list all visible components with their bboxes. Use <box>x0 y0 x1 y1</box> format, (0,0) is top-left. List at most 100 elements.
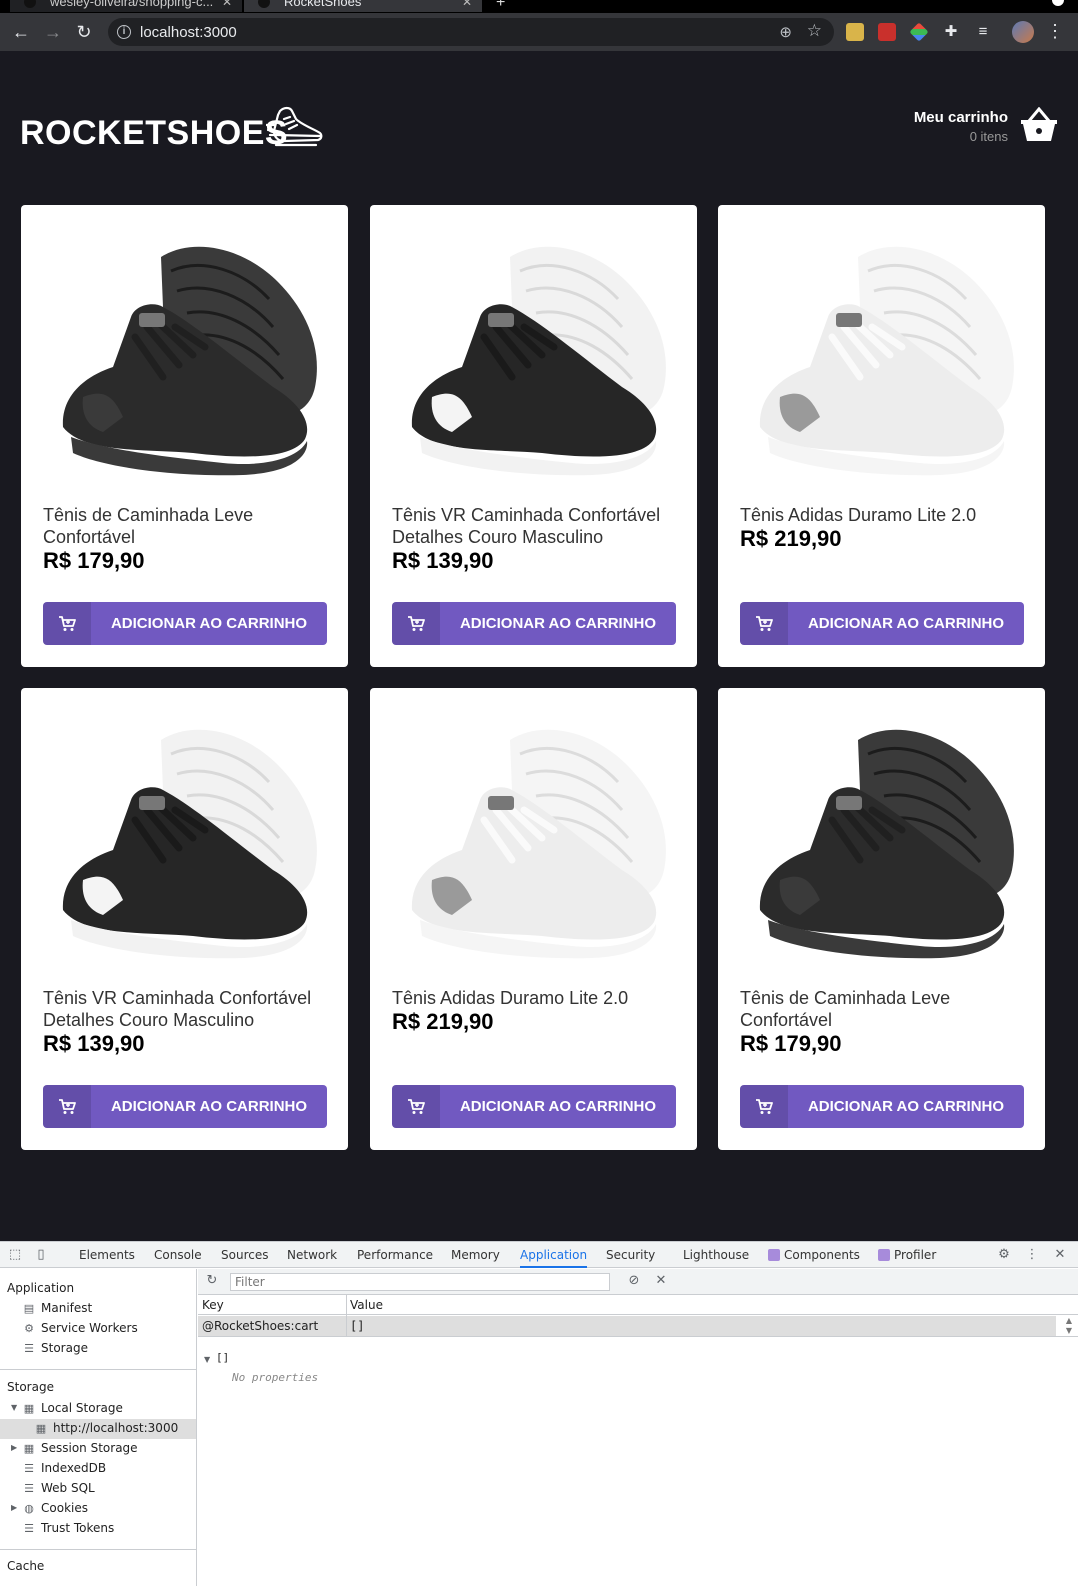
tab-title: wesley-oliveira/shopping-c... <box>50 0 214 9</box>
collapsed-triangle-icon[interactable]: ▶ <box>11 1503 17 1512</box>
value-column-header[interactable]: Value <box>350 1298 383 1312</box>
sidebar-item-local-storage[interactable]: ▦ Local Storage <box>23 1399 123 1418</box>
sidebar-item-trust-tokens[interactable]: ☰ Trust Tokens <box>23 1519 114 1538</box>
favicon-icon <box>258 0 270 8</box>
inspect-element-icon[interactable]: ⬚ <box>7 1247 23 1263</box>
zoom-icon[interactable]: ⊕ <box>779 23 792 41</box>
clear-all-icon[interactable]: ⊘ <box>626 1273 642 1289</box>
table-scrollbar[interactable]: ▲ ▼ <box>1066 1316 1072 1336</box>
cookie-icon: ◍ <box>24 1502 34 1515</box>
devtools-tab-network[interactable]: Network <box>287 1242 337 1268</box>
add-to-cart-button[interactable]: ADICIONAR AO CARRINHO <box>740 1085 1024 1128</box>
device-toolbar-icon[interactable]: ▯ <box>33 1247 49 1263</box>
devtools-tab-elements[interactable]: Elements <box>79 1242 135 1268</box>
preview-root[interactable]: [] <box>216 1351 229 1364</box>
add-cart-icon <box>740 602 788 645</box>
devtools-tab-lighthouse[interactable]: Lighthouse <box>683 1242 749 1268</box>
new-tab-icon[interactable]: + <box>496 0 505 12</box>
reload-icon[interactable]: ↻ <box>73 22 95 44</box>
add-cart-icon <box>392 1085 440 1128</box>
logo-text[interactable]: ROCKETSHOES <box>20 114 288 153</box>
address-bar[interactable]: i localhost:3000 ⊕ ☆ <box>108 18 834 46</box>
back-icon[interactable]: ← <box>10 22 32 44</box>
shoe-image[interactable] <box>392 710 675 970</box>
add-to-cart-button[interactable]: ADICIONAR AO CARRINHO <box>392 602 676 645</box>
devtools-tab-profiler[interactable]: Profiler <box>878 1242 936 1268</box>
close-devtools-icon[interactable]: ✕ <box>1052 1247 1068 1263</box>
puzzle-icon[interactable]: ✚ <box>940 22 962 44</box>
extension-icon[interactable] <box>878 23 896 41</box>
cart-title[interactable]: Meu carrinho <box>914 109 1008 126</box>
sidebar-item-label: Service Workers <box>41 1321 138 1335</box>
shoe-image[interactable] <box>43 710 326 970</box>
devtools-tab-components[interactable]: Components <box>768 1242 860 1268</box>
close-tab-icon[interactable]: ✕ <box>462 0 472 12</box>
devtools-tab-bar: ⬚ ▯ Elements Console Sources Network Per… <box>0 1242 1078 1268</box>
devtools-tab-memory[interactable]: Memory <box>451 1242 500 1268</box>
browser-tab-active[interactable]: RocketShoes ✕ <box>244 0 482 12</box>
row-key[interactable]: @RocketShoes:cart <box>202 1319 318 1333</box>
tab-title: RocketShoes <box>284 0 362 9</box>
shoe-logo-icon[interactable] <box>266 105 324 149</box>
sidebar-item-label: Manifest <box>41 1301 93 1315</box>
collapsed-triangle-icon[interactable]: ▶ <box>11 1443 17 1452</box>
browser-menu-icon[interactable]: ⋮ <box>1046 21 1064 42</box>
product-price: R$ 179,90 <box>740 1031 842 1056</box>
column-divider <box>346 1295 347 1337</box>
cart-count: 0 itens <box>969 129 1008 144</box>
profile-avatar[interactable] <box>1012 21 1034 43</box>
bookmark-star-icon[interactable]: ☆ <box>807 21 822 41</box>
sidebar-item-service-workers[interactable]: ⚙ Service Workers <box>23 1319 138 1338</box>
site-info-icon[interactable]: i <box>117 25 131 39</box>
extension-icon[interactable] <box>909 22 929 42</box>
add-to-cart-button[interactable]: ADICIONAR AO CARRINHO <box>392 1085 676 1128</box>
sidebar-item-cookies[interactable]: ◍ Cookies <box>23 1499 88 1518</box>
settings-gear-icon[interactable]: ⚙ <box>996 1247 1012 1263</box>
delete-selected-icon[interactable]: ✕ <box>653 1273 669 1289</box>
product-card: Tênis de Caminhada Leve Confortável R$ 1… <box>718 688 1045 1150</box>
row-value[interactable]: [] <box>350 1319 364 1333</box>
add-to-cart-button[interactable]: ADICIONAR AO CARRINHO <box>43 602 327 645</box>
forward-icon[interactable]: → <box>42 22 64 44</box>
sidebar-item-indexeddb[interactable]: ☰ IndexedDB <box>23 1459 106 1478</box>
grid-icon: ▦ <box>23 1442 35 1455</box>
close-tab-icon[interactable]: ✕ <box>222 0 232 12</box>
devtools-tab-sources[interactable]: Sources <box>221 1242 268 1268</box>
sidebar-item-storage[interactable]: ☰ Storage <box>23 1339 88 1358</box>
sidebar-item-manifest[interactable]: ▤ Manifest <box>23 1299 92 1318</box>
storage-table-row[interactable]: @RocketShoes:cart [] <box>198 1316 1056 1336</box>
shoe-image[interactable] <box>740 227 1023 487</box>
refresh-icon[interactable]: ↻ <box>204 1273 220 1289</box>
devtools-tab-application[interactable]: Application <box>520 1242 588 1268</box>
product-card: Tênis Adidas Duramo Lite 2.0 R$ 219,90 A… <box>370 688 697 1150</box>
key-column-header[interactable]: Key <box>202 1298 224 1312</box>
shoe-image[interactable] <box>43 227 326 487</box>
shoe-image[interactable] <box>392 227 675 487</box>
url-text[interactable]: localhost:3000 <box>140 24 237 41</box>
filter-input[interactable]: Filter <box>230 1273 610 1291</box>
devtools-tab-security[interactable]: Security <box>606 1242 655 1268</box>
add-to-cart-button[interactable]: ADICIONAR AO CARRINHO <box>43 1085 327 1128</box>
product-name: Tênis Adidas Duramo Lite 2.0 <box>740 505 977 525</box>
shoe-image[interactable] <box>740 710 1023 970</box>
github-icon <box>24 0 36 8</box>
browser-tab[interactable]: wesley-oliveira/shopping-c... ✕ <box>10 0 242 12</box>
expanded-triangle-icon[interactable]: ▼ <box>11 1403 17 1412</box>
page: ROCKETSHOES Meu carrinho 0 itens Tênis d… <box>0 51 1078 1241</box>
window-control-icon[interactable] <box>1052 0 1064 6</box>
expand-triangle-icon[interactable]: ▼ <box>204 1355 210 1364</box>
product-price: R$ 139,90 <box>392 548 494 573</box>
basket-icon[interactable] <box>1020 107 1058 143</box>
devtools-tab-console[interactable]: Console <box>154 1242 202 1268</box>
sidebar-item-local-origin[interactable]: ▦ http://localhost:3000 <box>35 1419 178 1438</box>
devtools-tab-performance[interactable]: Performance <box>357 1242 433 1268</box>
sidebar-item-web-sql[interactable]: ☰ Web SQL <box>23 1479 95 1498</box>
add-to-cart-button[interactable]: ADICIONAR AO CARRINHO <box>740 602 1024 645</box>
add-to-cart-label: ADICIONAR AO CARRINHO <box>459 615 657 632</box>
more-options-icon[interactable]: ⋮ <box>1024 1247 1040 1263</box>
preview-empty-text: No properties <box>232 1371 319 1384</box>
sidebar-item-session-storage[interactable]: ▦ Session Storage <box>23 1439 138 1458</box>
extension-icon[interactable] <box>846 23 864 41</box>
product-name: Tênis VR Caminhada Confortável Detalhes … <box>392 505 661 547</box>
media-queue-icon[interactable]: ≡ <box>972 22 994 44</box>
